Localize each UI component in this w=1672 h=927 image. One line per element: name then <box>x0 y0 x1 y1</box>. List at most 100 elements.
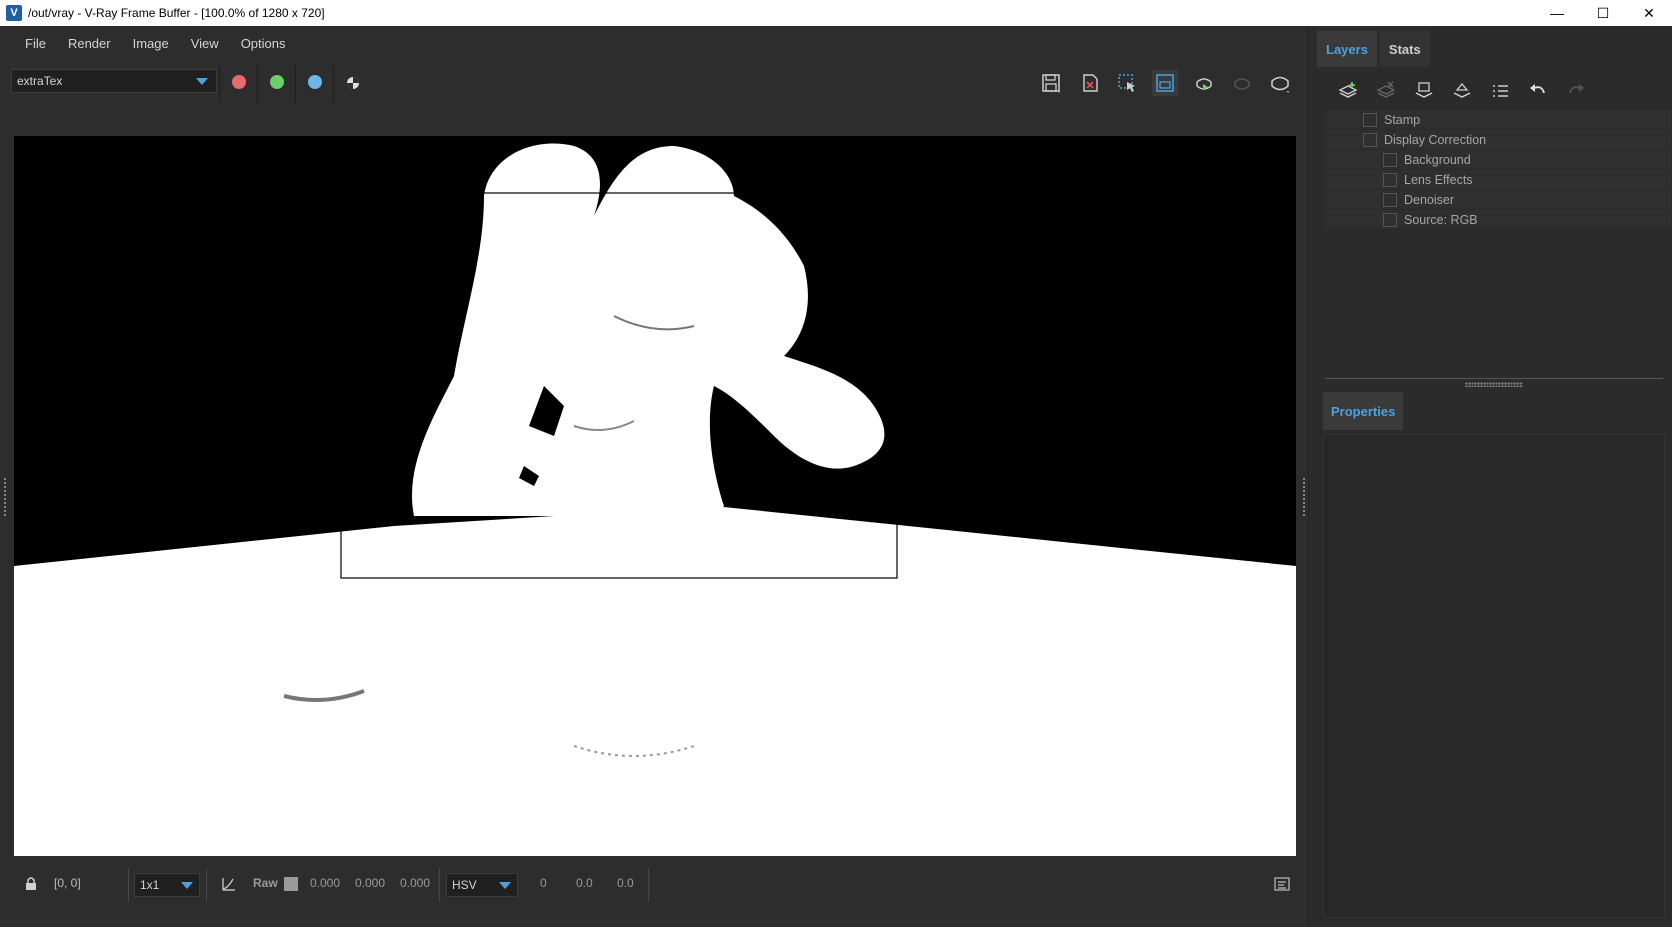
alpha-channel-button[interactable] <box>340 70 366 96</box>
layer-toolbar <box>1329 76 1595 106</box>
delete-layer-button[interactable] <box>1367 76 1405 106</box>
chevron-down-icon <box>196 78 208 85</box>
channel-select[interactable]: extraTex <box>11 69 217 93</box>
toolbar-divider <box>257 66 258 102</box>
splitter-grip <box>1465 382 1523 387</box>
window-title: /out/vray - V-Ray Frame Buffer - [100.0%… <box>28 6 325 20</box>
color-swatch <box>284 877 298 891</box>
status-divider <box>128 868 129 902</box>
clear-image-icon <box>1083 74 1098 92</box>
load-layers-icon <box>1453 82 1471 98</box>
alpha-channel-icon <box>347 77 359 89</box>
layer-item-display-correction[interactable]: Display Correction <box>1325 130 1671 150</box>
render-button[interactable] <box>1267 70 1293 96</box>
denoiser-icon <box>1383 192 1397 207</box>
layer-item-lens-effects[interactable]: Lens Effects <box>1325 170 1671 190</box>
right-panel: Layers Stats Stamp Display Correction Ba… <box>1308 26 1672 927</box>
rgb-b-value: 0.000 <box>400 876 431 890</box>
track-mouse-button[interactable] <box>1152 70 1178 96</box>
undo-icon <box>1530 84 1545 94</box>
close-button[interactable]: ✕ <box>1626 0 1672 26</box>
status-divider <box>648 868 649 902</box>
save-image-button[interactable] <box>1038 70 1064 96</box>
vray-icon: V <box>6 5 22 21</box>
render-interactive-button[interactable] <box>1191 70 1217 96</box>
layer-label: Stamp <box>1384 112 1421 127</box>
red-channel-button[interactable] <box>232 75 246 89</box>
rgb-g-value: 0.000 <box>355 876 386 890</box>
clear-image-button[interactable] <box>1077 70 1103 96</box>
status-bar: [0, 0] 1x1 Raw 0.000 0.000 0.000 HSV 0 0… <box>0 868 1308 902</box>
region-select-icon <box>1118 74 1135 92</box>
save-icon <box>1042 74 1060 93</box>
redo-button[interactable] <box>1557 76 1595 106</box>
chevron-down-icon <box>499 882 511 889</box>
toolbar-divider <box>295 66 296 102</box>
menu-options[interactable]: Options <box>230 36 297 51</box>
list-icon <box>1493 85 1508 97</box>
lens-effects-icon <box>1383 172 1397 187</box>
add-layer-button[interactable] <box>1329 76 1367 106</box>
sample-size-value: 1x1 <box>140 878 160 892</box>
right-resize-handle[interactable] <box>1302 476 1306 532</box>
curve-icon[interactable] <box>220 875 238 893</box>
stamp-icon <box>1363 112 1377 127</box>
properties-panel <box>1323 434 1665 918</box>
hsv-s-value: 0.0 <box>576 876 593 890</box>
layer-tree: Stamp Display Correction Background Lens… <box>1325 110 1671 230</box>
status-divider <box>439 868 440 902</box>
log-icon[interactable] <box>1274 876 1290 892</box>
main-toolbar: extraTex <box>0 66 1308 102</box>
layer-label: Display Correction <box>1384 132 1487 147</box>
green-channel-button[interactable] <box>270 75 284 89</box>
lock-pointer-icon[interactable] <box>22 874 40 892</box>
layer-item-background[interactable]: Background <box>1325 150 1671 170</box>
pixel-coords: [0, 0] <box>54 876 81 890</box>
menu-render[interactable]: Render <box>57 36 122 51</box>
layer-label: Background <box>1404 152 1471 167</box>
tab-stats[interactable]: Stats <box>1379 31 1430 67</box>
frame-buffer-main: File Render Image View Options extraTex <box>0 26 1308 927</box>
menu-view[interactable]: View <box>180 36 230 51</box>
background-icon <box>1383 152 1397 167</box>
color-mode-value: HSV <box>452 878 477 892</box>
raw-label: Raw <box>253 876 278 890</box>
delete-layer-icon <box>1376 81 1396 98</box>
tab-layers[interactable]: Layers <box>1317 31 1377 67</box>
render-image <box>14 136 1296 856</box>
panel-splitter[interactable] <box>1325 378 1663 388</box>
layer-item-source-rgb[interactable]: Source: RGB <box>1325 210 1671 230</box>
hsv-h-value: 0 <box>540 876 547 890</box>
layer-label: Source: RGB <box>1404 212 1478 227</box>
menu-file[interactable]: File <box>14 36 57 51</box>
display-correction-icon <box>1363 132 1377 147</box>
minimize-button[interactable]: — <box>1534 0 1580 26</box>
load-layers-button[interactable] <box>1443 76 1481 106</box>
track-mouse-icon <box>1156 74 1174 92</box>
chevron-down-icon <box>181 882 193 889</box>
layer-item-denoiser[interactable]: Denoiser <box>1325 190 1671 210</box>
render-viewport[interactable] <box>14 136 1296 856</box>
status-divider <box>206 868 207 902</box>
rgb-r-value: 0.000 <box>310 876 341 890</box>
toolbar-divider <box>219 66 220 102</box>
layer-label: Lens Effects <box>1404 172 1473 187</box>
menu-image[interactable]: Image <box>122 36 180 51</box>
maximize-button[interactable]: ☐ <box>1580 0 1626 26</box>
toolbar-divider <box>333 66 334 102</box>
teapot-stop-icon <box>1234 78 1250 90</box>
layer-presets-button[interactable] <box>1481 76 1519 106</box>
undo-button[interactable] <box>1519 76 1557 106</box>
color-mode-select[interactable]: HSV <box>446 873 518 897</box>
stop-render-button[interactable] <box>1229 70 1255 96</box>
save-layers-button[interactable] <box>1405 76 1443 106</box>
tab-properties[interactable]: Properties <box>1323 392 1404 430</box>
region-select-button[interactable] <box>1114 70 1140 96</box>
layer-item-stamp[interactable]: Stamp <box>1325 110 1671 130</box>
layer-label: Denoiser <box>1404 192 1455 207</box>
teapot-interactive-icon <box>1196 78 1212 90</box>
sample-size-select[interactable]: 1x1 <box>134 873 200 897</box>
left-resize-handle[interactable] <box>3 476 7 532</box>
window-titlebar: V /out/vray - V-Ray Frame Buffer - [100.… <box>0 0 1672 26</box>
blue-channel-button[interactable] <box>308 75 322 89</box>
